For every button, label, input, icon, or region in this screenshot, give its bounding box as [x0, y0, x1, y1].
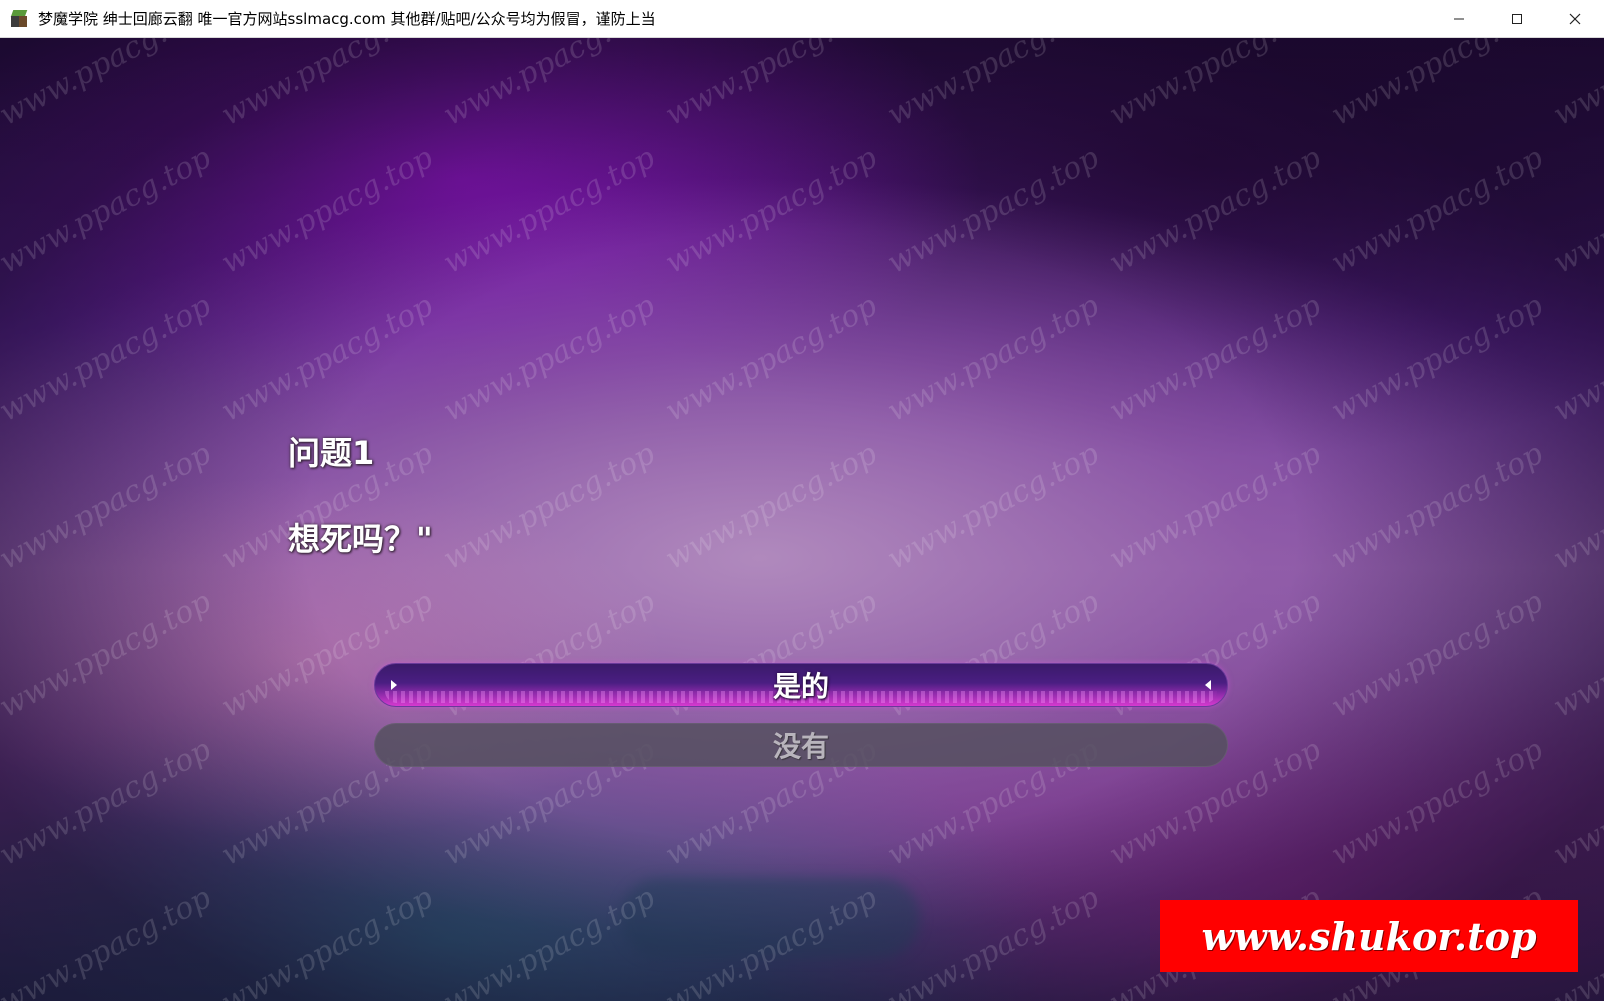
watermark-text: www.ppacg.top [1325, 732, 1549, 873]
watermark-text: www.ppacg.top [1103, 288, 1327, 429]
watermark-text: www.ppacg.top [881, 436, 1105, 577]
watermark-text: www.ppacg.top [0, 732, 217, 873]
arrow-left-icon [1205, 680, 1211, 690]
window-title: 梦魔学院 绅士回廊云翻 唯一官方网站sslmacg.com 其他群/贴吧/公众号… [38, 10, 656, 28]
watermark-text: www.ppacg.top [1325, 436, 1549, 577]
watermark-text: www.ppacg.top [1325, 38, 1549, 134]
watermark-text: www.ppacg.top [1103, 436, 1327, 577]
minimize-icon [1454, 18, 1464, 20]
watermark-text: www.ppacg.top [1103, 38, 1327, 134]
watermark-text: www.ppacg.top [659, 288, 883, 429]
watermark-text: www.ppacg.top [215, 38, 439, 134]
watermark-text: www.ppacg.top [1547, 140, 1604, 281]
watermark-text: www.ppacg.top [1547, 436, 1604, 577]
watermark-text: www.ppacg.top [437, 38, 661, 134]
watermark-text: www.ppacg.top [0, 436, 217, 577]
watermark-text: www.ppacg.top [0, 288, 217, 429]
watermark-text: www.ppacg.top [0, 140, 217, 281]
close-button[interactable] [1546, 0, 1604, 38]
arrow-right-icon [391, 680, 397, 690]
watermark-text: www.ppacg.top [437, 436, 661, 577]
game-scene[interactable]: www.ppacg.top www.ppacg.top www.ppacg.top w… [0, 38, 1604, 1001]
watermark-layer: www.ppacg.top www.ppacg.top www.ppacg.top w… [0, 38, 1604, 1001]
watermark-text: www.ppacg.top [1547, 584, 1604, 725]
choice-yes-button[interactable]: 是的 [374, 663, 1228, 707]
watermark-text: www.ppacg.top [0, 38, 217, 134]
minimize-button[interactable] [1430, 0, 1488, 38]
maximize-button[interactable] [1488, 0, 1546, 38]
watermark-text: www.ppacg.top [659, 140, 883, 281]
promo-banner: www.shukor.top [1160, 900, 1578, 972]
vignette [0, 38, 1604, 1001]
watermark-text: www.ppacg.top [0, 880, 217, 1001]
watermark-text: www.ppacg.top [881, 288, 1105, 429]
watermark-text: www.ppacg.top [1325, 584, 1549, 725]
choice-no-button[interactable]: 没有 [374, 723, 1228, 767]
watermark-text: www.ppacg.top [881, 140, 1105, 281]
watermark-text: www.ppacg.top [215, 140, 439, 281]
question-title: 问题1 [288, 434, 375, 472]
watermark-text: www.ppacg.top [1547, 732, 1604, 873]
choice-label: 是的 [772, 670, 829, 703]
question-text: 想死吗？" [288, 520, 433, 558]
watermark-text: www.ppacg.top [215, 880, 439, 1001]
watermark-text: www.ppacg.top [1547, 288, 1604, 429]
watermark-text: www.ppacg.top [1325, 140, 1549, 281]
watermark-text: www.ppacg.top [437, 288, 661, 429]
window-controls [1430, 0, 1604, 38]
watermark-text: www.ppacg.top [881, 38, 1105, 134]
watermark-text: www.ppacg.top [659, 38, 883, 134]
promo-text: www.shukor.top [1201, 913, 1537, 959]
watermark-text: www.ppacg.top [659, 436, 883, 577]
maximize-icon [1512, 14, 1522, 24]
background-shadow [620, 878, 920, 958]
watermark-text: www.ppacg.top [437, 140, 661, 281]
watermark-text: www.ppacg.top [215, 288, 439, 429]
title-bar: 梦魔学院 绅士回廊云翻 唯一官方网站sslmacg.com 其他群/贴吧/公众号… [0, 0, 1604, 38]
choice-label: 没有 [772, 730, 829, 763]
close-icon [1569, 13, 1581, 25]
watermark-text: www.ppacg.top [1325, 288, 1549, 429]
game-window: 梦魔学院 绅士回廊云翻 唯一官方网站sslmacg.com 其他群/贴吧/公众号… [0, 0, 1604, 1001]
watermark-text: www.ppacg.top [1103, 140, 1327, 281]
watermark-text: www.ppacg.top [1547, 38, 1604, 134]
app-cube-icon [10, 9, 30, 29]
watermark-text: www.ppacg.top [0, 584, 217, 725]
